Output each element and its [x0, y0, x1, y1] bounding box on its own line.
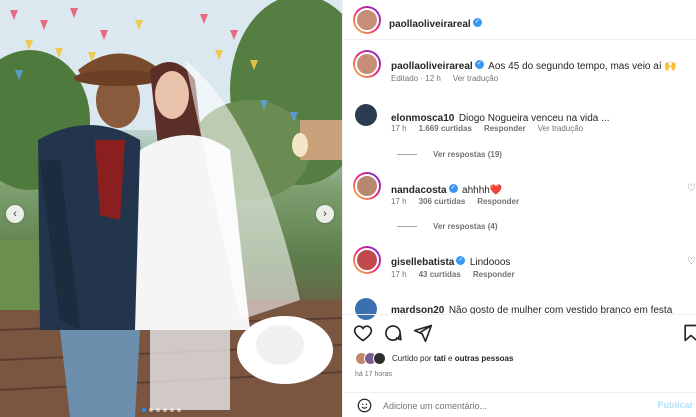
- carousel-dot: [170, 408, 174, 412]
- comment-username[interactable]: elonmosca10: [391, 113, 454, 124]
- commenter-avatar[interactable]: [353, 246, 381, 274]
- caption-edited-time: Editado · 12 h: [391, 74, 441, 83]
- liked-by-connector: e: [448, 354, 453, 363]
- comment-meta: 17 h 43 curtidas Responder: [391, 270, 515, 279]
- comment-time: 17 h: [391, 124, 407, 133]
- view-replies-button[interactable]: Ver respostas (19): [397, 150, 502, 159]
- liker-avatar: [373, 352, 386, 365]
- comment-likes[interactable]: 306 curtidas: [419, 197, 466, 206]
- carousel-dot: [149, 408, 153, 412]
- translate-link[interactable]: Ver tradução: [538, 124, 583, 133]
- comment-time: 17 h: [391, 197, 407, 206]
- comment-like-heart-icon[interactable]: ♡: [687, 183, 696, 194]
- liked-by-prefix: Curtido por: [392, 354, 432, 363]
- liked-by-others[interactable]: outras pessoas: [455, 354, 514, 363]
- carousel-dots: [142, 408, 181, 412]
- wedding-photo-illustration: [0, 0, 342, 417]
- comment-bar: Publicar: [343, 392, 696, 417]
- replies-line: [397, 226, 417, 227]
- send-icon[interactable]: [413, 323, 433, 343]
- comment-meta: 17 h 306 curtidas Responder: [391, 197, 519, 206]
- emoji-icon[interactable]: [357, 398, 372, 413]
- heart-icon[interactable]: [353, 323, 373, 343]
- comment-meta: 17 h 1.669 curtidas Responder Ver traduç…: [391, 124, 583, 133]
- commenter-avatar[interactable]: [355, 104, 377, 126]
- post-side-panel: paollaoliveirareal ✓ paollaoliveirareal ✓ …: [342, 0, 696, 417]
- reply-button[interactable]: Responder: [477, 197, 519, 206]
- view-replies-button[interactable]: Ver respostas (4): [397, 222, 497, 231]
- translate-link[interactable]: Ver tradução: [453, 74, 498, 83]
- comment-text: Diogo Nogueira venceu na vida ...: [458, 113, 610, 124]
- verified-icon: ✓: [472, 18, 482, 28]
- comment-username[interactable]: gisellebatista: [391, 257, 454, 268]
- caption-meta: Editado · 12 h Ver tradução: [391, 74, 498, 83]
- replies-line: [397, 154, 417, 155]
- comment-like-heart-icon[interactable]: ♡: [687, 256, 696, 267]
- carousel-dot: [163, 408, 167, 412]
- comment-line: gisellebatista ✓ Lindooos: [391, 252, 510, 270]
- comment-text: Lindooos: [469, 257, 511, 268]
- caption-username[interactable]: paollaoliveirareal: [391, 61, 473, 72]
- carousel-dot: [156, 408, 160, 412]
- comment-username[interactable]: nandacosta: [391, 185, 447, 196]
- reply-button[interactable]: Responder: [473, 270, 515, 279]
- comment-input[interactable]: [383, 398, 633, 413]
- post-actions-bar: [343, 314, 696, 354]
- carousel-dot: [177, 408, 181, 412]
- chevron-right-icon[interactable]: ›: [316, 205, 334, 223]
- publish-button[interactable]: Publicar: [657, 400, 693, 410]
- author-username[interactable]: paollaoliveirareal: [389, 19, 471, 30]
- verified-icon: ✓: [474, 60, 484, 70]
- caption-avatar[interactable]: [353, 50, 381, 78]
- caption-text-line: paollaoliveirareal ✓ Aos 45 do segundo te…: [391, 56, 691, 74]
- comment-likes[interactable]: 1.669 curtidas: [419, 124, 472, 133]
- author-header: paollaoliveirareal ✓: [389, 14, 482, 32]
- edited-label: Editado: [391, 74, 419, 83]
- liked-by-user[interactable]: tati: [434, 354, 446, 363]
- replies-label: Ver respostas (19): [433, 150, 502, 159]
- carousel-dot-active: [142, 408, 146, 412]
- bookmark-icon[interactable]: [681, 323, 696, 343]
- post-time-ago: há 17 horas: [355, 371, 392, 378]
- caption-text: Aos 45 do segundo tempo, mas veio aí 🙌: [488, 61, 677, 72]
- verified-icon: ✓: [448, 184, 458, 194]
- comment-likes[interactable]: 43 curtidas: [419, 270, 461, 279]
- verified-icon: ✓: [456, 256, 466, 266]
- comment-text: ahhhh❤️: [462, 185, 503, 196]
- comment-time: 17 h: [391, 270, 407, 279]
- commenter-avatar[interactable]: [353, 172, 381, 200]
- chevron-left-icon[interactable]: ‹: [6, 205, 24, 223]
- author-avatar[interactable]: [353, 6, 381, 34]
- caption-time: 12 h: [425, 74, 441, 83]
- replies-label: Ver respostas (4): [433, 222, 498, 231]
- liked-by-line: Curtido por tati e outras pessoas: [355, 352, 513, 365]
- comment-line: nandacosta ✓ ahhhh❤️: [391, 180, 502, 198]
- post-photo[interactable]: ‹ ›: [0, 0, 342, 417]
- comment-icon[interactable]: [383, 323, 403, 343]
- post-header: paollaoliveirareal ✓: [343, 0, 696, 40]
- reply-button[interactable]: Responder: [484, 124, 526, 133]
